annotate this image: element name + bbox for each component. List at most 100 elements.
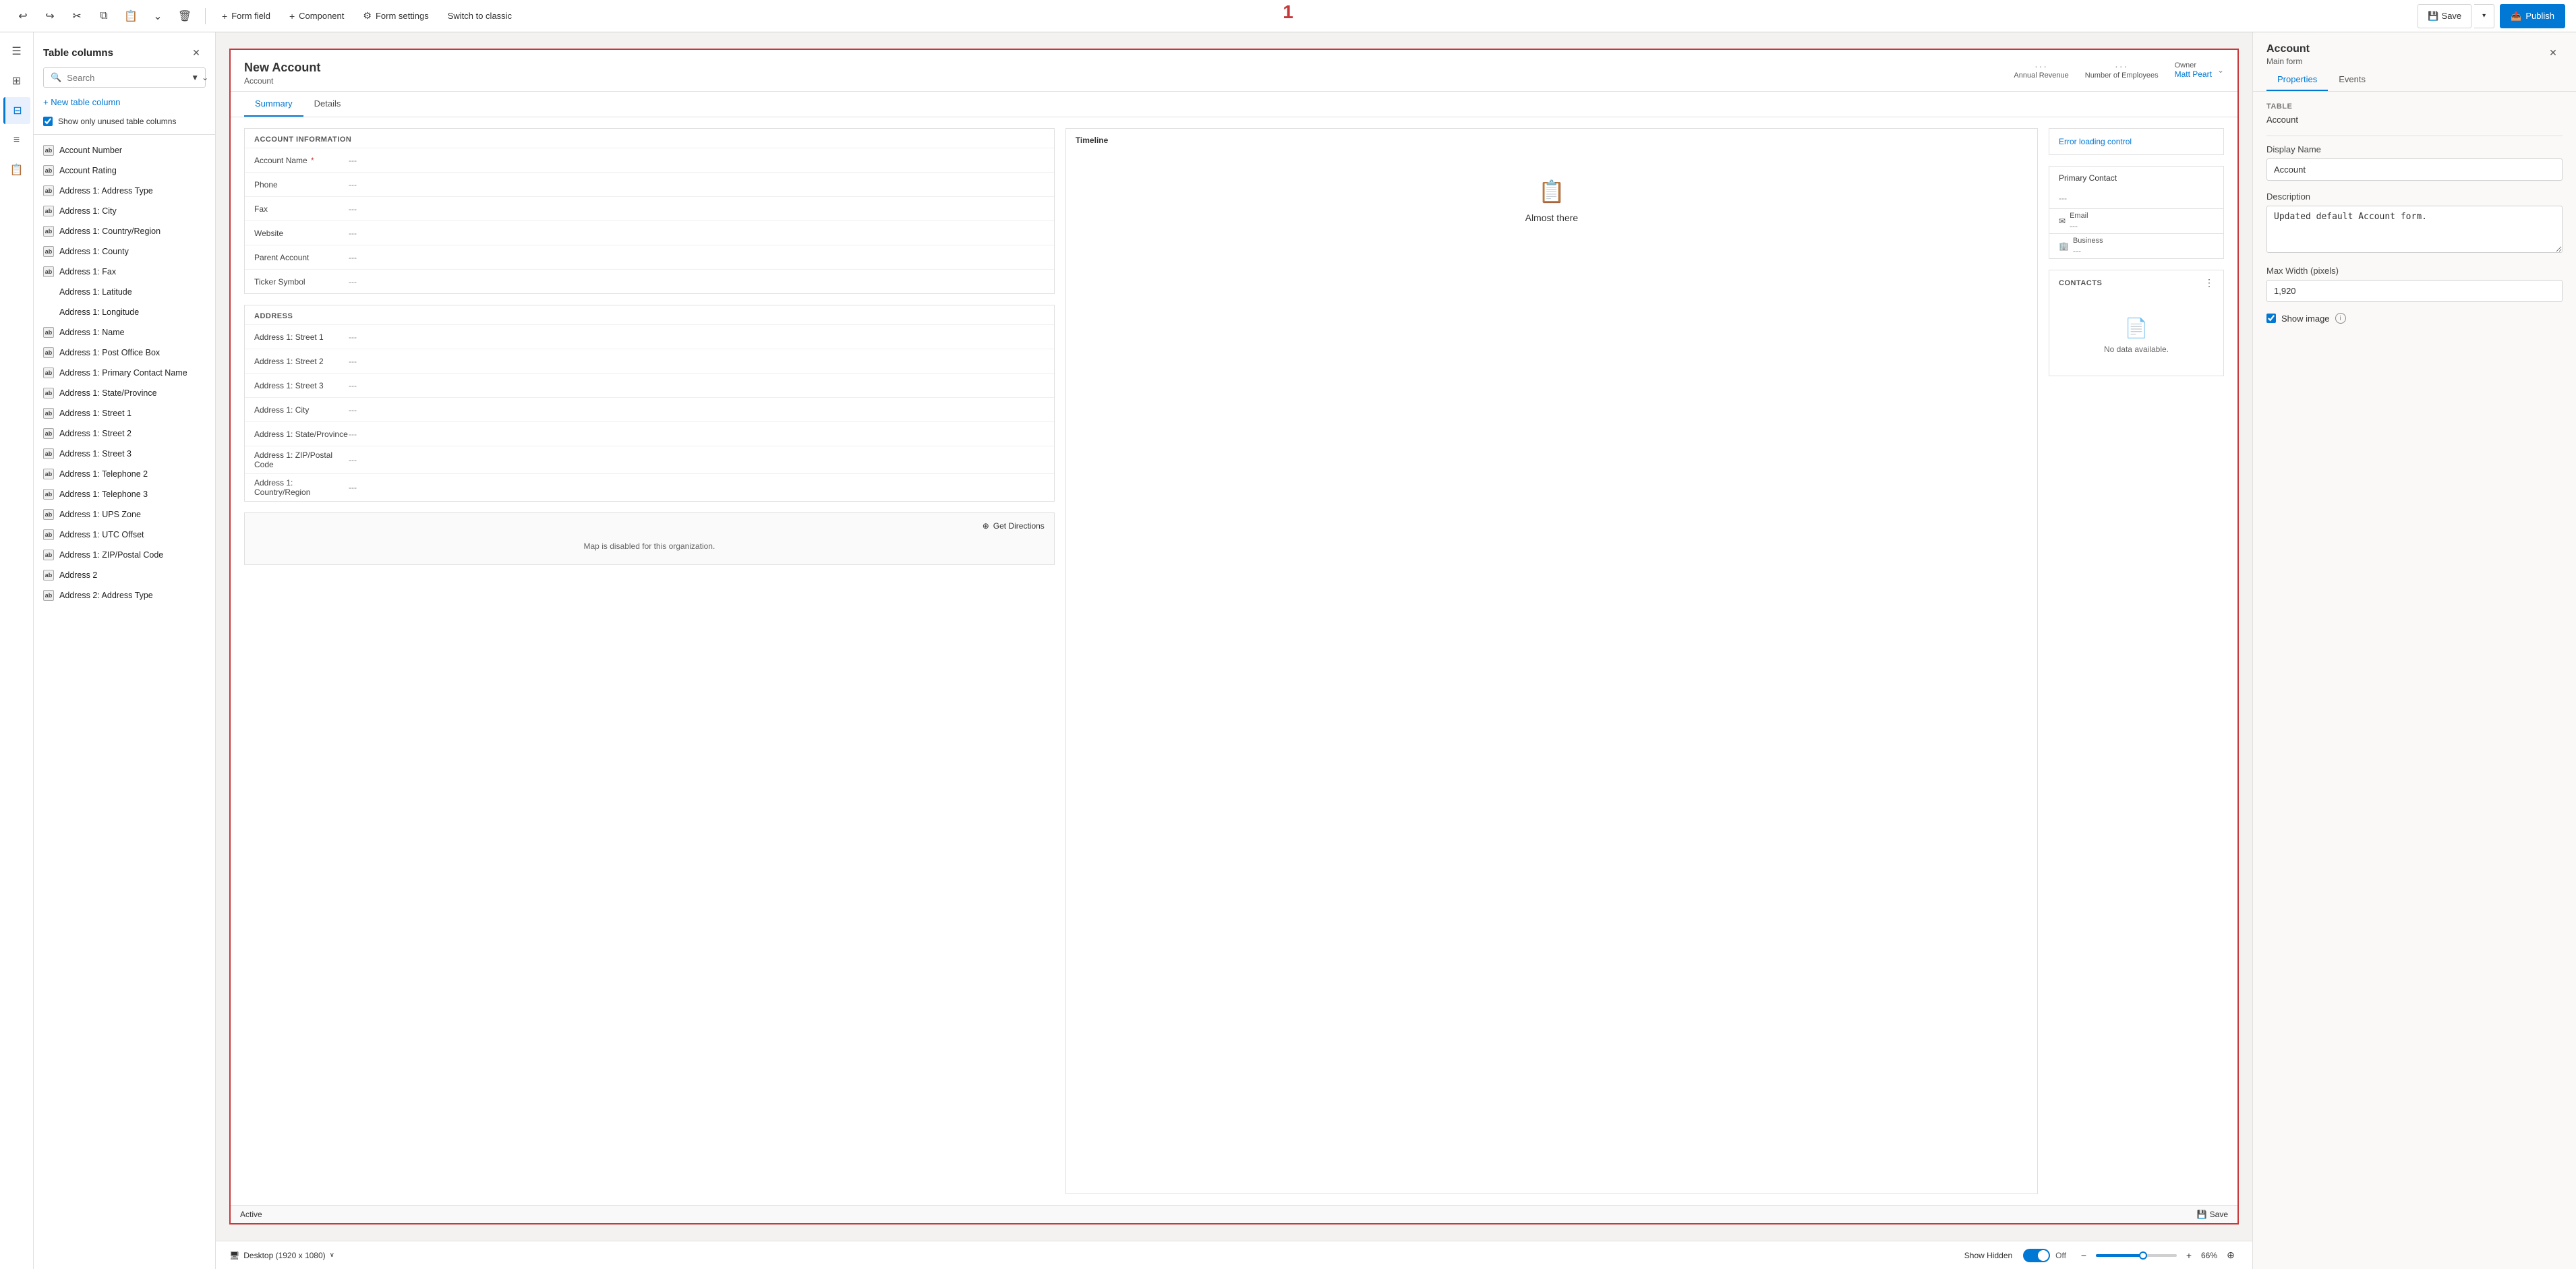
cut-button[interactable]: ✂ (65, 4, 89, 28)
zoom-fit-button[interactable]: ⊕ (2223, 1247, 2239, 1264)
contacts-more-icon[interactable]: ⋮ (2204, 277, 2214, 289)
search-input[interactable] (67, 73, 185, 83)
column-item-15[interactable]: abAddress 1: Street 3 (34, 444, 215, 464)
zoom-minus-button[interactable]: − (2077, 1249, 2090, 1262)
tab-details[interactable]: Details (303, 92, 352, 117)
city-value[interactable]: --- (349, 405, 1045, 415)
col-icon: ab (43, 489, 54, 500)
tab-summary[interactable]: Summary (244, 92, 303, 117)
filter-dropdown-icon: ⌄ (202, 73, 208, 82)
form-canvas: New Account Account ··· Annual Revenue ·… (216, 32, 2252, 1241)
column-item-18[interactable]: abAddress 1: UPS Zone (34, 504, 215, 525)
ticker-value[interactable]: --- (349, 277, 1045, 287)
get-directions-button[interactable]: ⊕ Get Directions (254, 521, 1045, 531)
street3-value[interactable]: --- (349, 381, 1045, 390)
form-field-button[interactable]: + Form field (214, 4, 279, 28)
phone-value[interactable]: --- (349, 180, 1045, 189)
get-directions-label: Get Directions (993, 521, 1045, 531)
sidebar-clipboard-button[interactable]: 📋 (3, 156, 30, 183)
column-item-11[interactable]: abAddress 1: Primary Contact Name (34, 363, 215, 383)
form-settings-button[interactable]: ⚙ Form settings (355, 4, 436, 28)
column-item-21[interactable]: abAddress 2 (34, 565, 215, 585)
show-image-checkbox[interactable] (2266, 314, 2276, 323)
owner-name[interactable]: Matt Peart (2175, 69, 2212, 79)
toggle-switch[interactable] (2023, 1249, 2050, 1262)
form-field-label: Form field (231, 11, 270, 21)
columns-list: abAccount NumberabAccount RatingabAddres… (34, 138, 215, 1269)
column-item-19[interactable]: abAddress 1: UTC Offset (34, 525, 215, 545)
column-item-13[interactable]: abAddress 1: Street 1 (34, 403, 215, 423)
show-hidden-toggle[interactable]: Off (2023, 1249, 2066, 1262)
props-close-button[interactable]: ✕ (2544, 43, 2563, 62)
zip-value[interactable]: --- (349, 455, 1045, 465)
tab-properties[interactable]: Properties (2266, 69, 2328, 91)
column-item-8[interactable]: Address 1: Longitude (34, 302, 215, 322)
copy-button[interactable]: ⧉ (92, 4, 116, 28)
website-value[interactable]: --- (349, 229, 1045, 238)
account-name-value[interactable]: --- (349, 156, 1045, 165)
column-item-4[interactable]: abAddress 1: Country/Region (34, 221, 215, 241)
column-item-5[interactable]: abAddress 1: County (34, 241, 215, 262)
filter-button[interactable]: ▼ ⌄ (191, 73, 208, 82)
field-ticker: Ticker Symbol --- (245, 269, 1054, 293)
show-image-info-icon[interactable]: i (2335, 313, 2346, 324)
device-selector[interactable]: 🖥 Desktop (1920 x 1080) ∨ (229, 1251, 334, 1260)
map-section: ⊕ Get Directions Map is disabled for thi… (244, 512, 1055, 565)
column-item-1[interactable]: abAccount Rating (34, 160, 215, 181)
delete-button[interactable]: 🗑 (173, 4, 197, 28)
column-name: Address 1: State/Province (59, 388, 157, 398)
column-item-17[interactable]: abAddress 1: Telephone 3 (34, 484, 215, 504)
column-item-0[interactable]: abAccount Number (34, 140, 215, 160)
parent-account-value[interactable]: --- (349, 253, 1045, 262)
panel-title: Table columns (43, 47, 113, 59)
zoom-slider[interactable] (2096, 1254, 2177, 1257)
country-value[interactable]: --- (349, 483, 1045, 492)
state-value[interactable]: --- (349, 430, 1045, 439)
sidebar-layers-button[interactable]: ≡ (3, 127, 30, 154)
panel-close-button[interactable]: ✕ (187, 43, 206, 62)
column-item-14[interactable]: abAddress 1: Street 2 (34, 423, 215, 444)
save-dropdown[interactable]: ▾ (2474, 4, 2494, 28)
column-item-3[interactable]: abAddress 1: City (34, 201, 215, 221)
column-item-10[interactable]: abAddress 1: Post Office Box (34, 343, 215, 363)
column-name: Account Rating (59, 166, 117, 175)
column-item-16[interactable]: abAddress 1: Telephone 2 (34, 464, 215, 484)
sidebar-menu-button[interactable]: ☰ (3, 38, 30, 65)
column-name: Address 1: County (59, 247, 129, 256)
column-name: Address 1: Fax (59, 267, 116, 276)
street1-value[interactable]: --- (349, 332, 1045, 342)
fax-value[interactable]: --- (349, 204, 1045, 214)
save-button[interactable]: 💾 Save (2418, 4, 2471, 28)
description-textarea[interactable]: Updated default Account form. (2266, 206, 2563, 253)
sidebar-grid-button[interactable]: ⊞ (3, 67, 30, 94)
column-name: Address 1: UPS Zone (59, 510, 141, 519)
column-item-12[interactable]: abAddress 1: State/Province (34, 383, 215, 403)
form-save-button[interactable]: 💾 Save (2197, 1210, 2228, 1219)
tab-events[interactable]: Events (2328, 69, 2376, 91)
max-width-input[interactable] (2266, 280, 2563, 302)
sidebar-table-button[interactable]: ⊟ (3, 97, 30, 124)
zoom-plus-button[interactable]: + (2182, 1249, 2196, 1262)
new-column-button[interactable]: + New table column (43, 93, 206, 111)
properties-panel: Account Main form ✕ Properties Events Ta… (2252, 32, 2576, 1269)
street2-value[interactable]: --- (349, 357, 1045, 366)
column-item-20[interactable]: abAddress 1: ZIP/Postal Code (34, 545, 215, 565)
undo-button[interactable]: ↩ (11, 4, 35, 28)
col-icon: ab (43, 550, 54, 560)
component-button[interactable]: + Component (281, 4, 352, 28)
show-unused-checkbox[interactable] (43, 117, 53, 126)
display-name-input[interactable] (2266, 158, 2563, 181)
column-item-9[interactable]: abAddress 1: Name (34, 322, 215, 343)
redo-button[interactable]: ↪ (38, 4, 62, 28)
switch-classic-button[interactable]: Switch to classic (440, 4, 520, 28)
column-item-7[interactable]: Address 1: Latitude (34, 282, 215, 302)
field-parent-account: Parent Account --- (245, 245, 1054, 269)
paste-button[interactable]: 📋 (119, 4, 143, 28)
more-button[interactable]: ⌄ (146, 4, 170, 28)
publish-button[interactable]: 📤 Publish (2500, 4, 2565, 28)
column-item-22[interactable]: abAddress 2: Address Type (34, 585, 215, 606)
form-left-col: ACCOUNT INFORMATION Account Name * --- P… (244, 128, 1055, 1194)
column-item-6[interactable]: abAddress 1: Fax (34, 262, 215, 282)
field-account-name: Account Name * --- (245, 148, 1054, 172)
column-item-2[interactable]: abAddress 1: Address Type (34, 181, 215, 201)
